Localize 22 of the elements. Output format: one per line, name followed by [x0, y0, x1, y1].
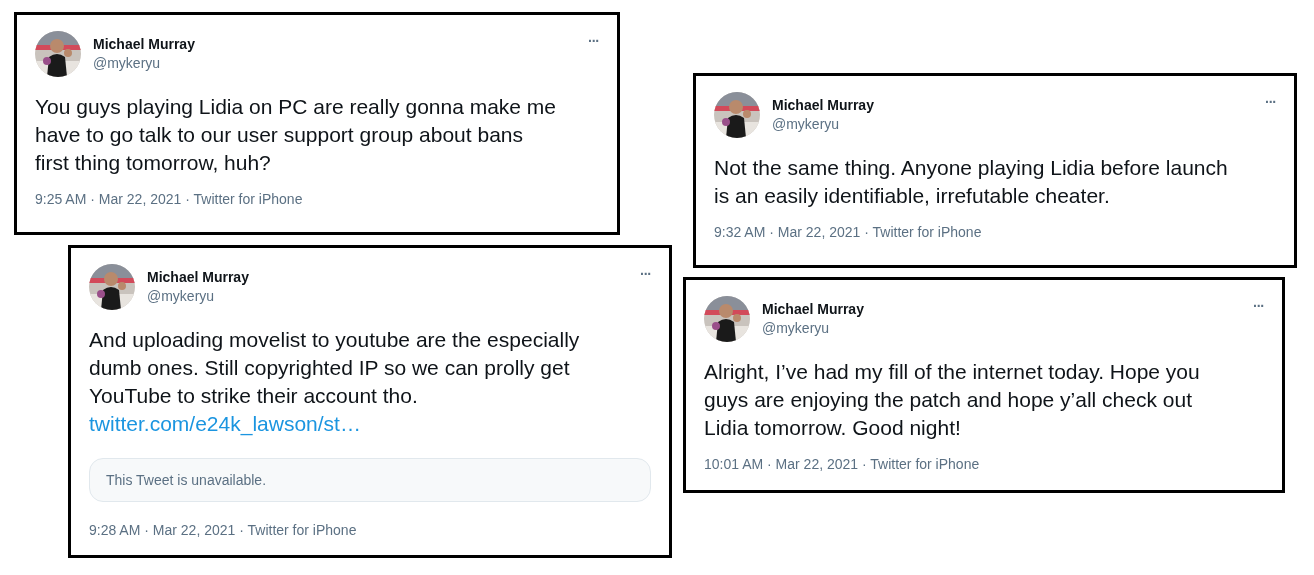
- author-name: Michael Murray: [147, 269, 250, 285]
- tweet-timestamp: 9:28 AM · Mar 22, 2021 · Twitter for iPhone: [89, 522, 358, 538]
- author-name: Michael Murray: [772, 97, 875, 113]
- tweet-text: Alright, I’ve had my fill of the internet today. Hope you guys are enjoying the patch and hope y’all check out Lidia tomorrow. Good night!: [704, 359, 1201, 441]
- tweet-timestamp: 9:32 AM · Mar 22, 2021 · Twitter for iPhone: [714, 224, 983, 240]
- author-name: Michael Murray: [93, 36, 196, 52]
- author-name: Michael Murray: [762, 301, 865, 317]
- more-button[interactable]: ···: [1253, 296, 1264, 314]
- tweet-timestamp: 9:25 AM · Mar 22, 2021 · Twitter for iPhone: [35, 191, 304, 207]
- author-handle: @mykeryu: [762, 320, 831, 336]
- tweet-timestamp: 10:01 AM · Mar 22, 2021 · Twitter for iPhone: [704, 456, 981, 472]
- tweet-link[interactable]: twitter.com/e24k_lawson/st…: [89, 410, 651, 438]
- tweet-text: And uploading movelist to youtube are the especially dumb ones. Still copyrighted IP so we can prolly get YouTube to strike their account tho.: [89, 327, 581, 409]
- tweet-text: You guys playing Lidia on PC are really gonna make me have to go talk to our user support group about bans first thing tomorrow, huh?: [35, 94, 558, 176]
- more-button[interactable]: ···: [588, 31, 599, 49]
- author-handle: @mykeryu: [772, 116, 841, 132]
- tweet-text: Not the same thing. Anyone playing Lidia before launch is an easily identifiable, irrefutable cheater.: [714, 155, 1229, 209]
- quoted-tweet: This Tweet is unavailable.: [89, 458, 651, 502]
- author-handle: @mykeryu: [93, 55, 162, 71]
- author-handle: @mykeryu: [147, 288, 216, 304]
- more-button[interactable]: ···: [1265, 92, 1276, 110]
- more-button[interactable]: ···: [640, 264, 651, 282]
